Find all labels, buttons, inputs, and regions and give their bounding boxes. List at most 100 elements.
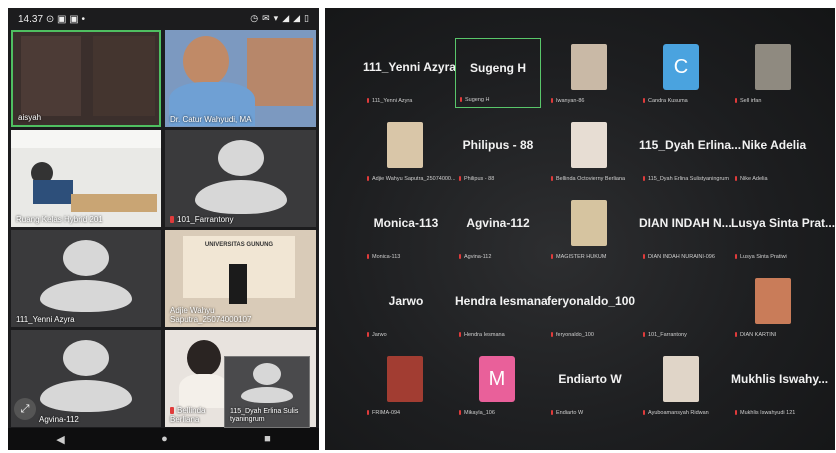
participant-cell[interactable]: Adjie Wahyu Saputra_25074000... xyxy=(363,116,456,186)
participant-name: 115_Dyah Erlina Sulis tyaningrum xyxy=(230,408,299,423)
participant-display-name: 111_Yenni Azyra xyxy=(363,60,456,74)
participant-photo xyxy=(663,356,699,402)
participant-name: Dr. Catur Wahyudi, MA xyxy=(170,115,252,124)
participant-cell[interactable]: MAGISTER HUKUM xyxy=(547,194,633,264)
signal-icon: ◢ xyxy=(282,14,290,24)
participant-display-name: Philipus - 88 xyxy=(462,138,534,152)
participant-cell[interactable]: Sugeng H Sugeng H xyxy=(455,38,541,108)
participant-tile[interactable]: 111_Yenni Azyra xyxy=(11,230,161,327)
mic-muted-icon xyxy=(551,176,553,181)
participant-cell[interactable]: Monica-113 Monica-113 xyxy=(363,194,449,264)
participant-cell[interactable]: M Mikayla_106 xyxy=(455,350,541,420)
alarm-icon: ◷ xyxy=(250,14,259,24)
participant-label: Philipus - 88 xyxy=(459,176,494,182)
participant-cell[interactable]: C Candra Kusuma xyxy=(639,38,725,108)
mic-muted-icon xyxy=(367,332,369,337)
mic-muted-icon xyxy=(551,410,553,415)
participant-cell[interactable]: Philipus - 88 Philipus - 88 xyxy=(455,116,541,186)
participant-label: feryonaldo_100 xyxy=(551,332,594,338)
participant-tile[interactable]: 101_Farrantony xyxy=(165,130,316,227)
participant-cell[interactable]: Sell irfan xyxy=(731,38,817,108)
participant-cell[interactable]: Agvina-112 Agvina-112 xyxy=(455,194,541,264)
participant-cell[interactable]: Nike Adelia Nike Adelia xyxy=(731,116,817,186)
mic-muted-icon xyxy=(643,98,645,103)
participant-label: Ayuboamansyah Ridwan xyxy=(643,410,709,416)
participant-display-name: Hendra Iesmana xyxy=(455,294,548,308)
participant-cell[interactable]: feryonaldo_100 feryonaldo_100 xyxy=(547,272,635,342)
participant-cell[interactable]: DIAN KARTINI xyxy=(731,272,817,342)
participant-label: Iwanyan-86 xyxy=(551,98,584,104)
participant-label: Adjie Wahyu Saputra_25074000... xyxy=(367,176,456,182)
mic-muted-icon xyxy=(735,254,737,259)
participant-photo xyxy=(571,122,607,168)
participant-cell[interactable]: 101_Farrantony xyxy=(639,272,725,342)
participant-photo xyxy=(387,356,423,402)
mic-muted-icon xyxy=(551,98,553,103)
participant-label: FRIMA-094 xyxy=(367,410,400,416)
participant-cell[interactable]: FRIMA-094 xyxy=(363,350,449,420)
participant-display-name: Monica-113 xyxy=(373,216,439,230)
avatar-body-icon xyxy=(40,380,132,412)
participant-label: Bellinda Octovierny Berliana xyxy=(551,176,625,182)
participant-tile[interactable]: Ruang Kelas Hybrid 201 xyxy=(11,130,161,227)
battery-icon: ▯ xyxy=(304,14,309,24)
participant-display-name: Endiarto W xyxy=(558,372,622,386)
avatar-letter: M xyxy=(479,356,515,402)
participant-tile[interactable]: UNIVERSITAS GUNUNG Adjie Wahyu Saputra_2… xyxy=(165,230,316,327)
participant-cell[interactable]: Bellinda Octovierny Berliana xyxy=(547,116,633,186)
participant-tile[interactable]: Dr. Catur Wahyudi, MA xyxy=(165,30,316,127)
mic-muted-icon xyxy=(367,176,369,181)
participant-tile[interactable]: aisyah xyxy=(11,30,161,127)
participant-photo xyxy=(387,122,423,168)
participant-label: Sugeng H xyxy=(460,97,489,103)
mic-muted-icon xyxy=(643,410,645,415)
home-icon[interactable]: ● xyxy=(161,433,168,445)
mic-muted-icon xyxy=(551,254,553,259)
avatar-letter: C xyxy=(663,44,699,90)
participant-cell[interactable]: DIAN INDAH N... DIAN INDAH NURAINI-096 xyxy=(639,194,732,264)
self-view-tile[interactable]: 115_Dyah Erlina Sulis tyaningrum xyxy=(224,356,310,428)
status-notification-icon: • xyxy=(81,13,85,25)
participant-name: 101_Farrantony xyxy=(170,215,233,224)
participant-display-name: Mukhlis Iswahy... xyxy=(731,372,829,386)
participant-display-name: Agvina-112 xyxy=(466,216,530,230)
avatar-head-icon xyxy=(63,340,109,376)
mic-muted-icon xyxy=(367,98,369,103)
recents-icon[interactable]: ■ xyxy=(264,433,271,445)
participant-name: Bellinda Berliana xyxy=(170,406,206,424)
participant-photo xyxy=(571,200,607,246)
participant-cell[interactable]: 111_Yenni Azyra 111_Yenni Azyra xyxy=(363,38,456,108)
participant-photo xyxy=(755,44,791,90)
participant-cell[interactable]: Jarwo Jarwo xyxy=(363,272,449,342)
participant-name: Agvina-112 xyxy=(39,415,79,424)
status-bar: 14.37 ⊙ ▣ ▣ • ◷ ✉ ▾ ◢ ◢ ▯ xyxy=(8,8,319,30)
mic-muted-icon xyxy=(170,216,174,223)
participant-label: Candra Kusuma xyxy=(643,98,688,104)
expand-icon[interactable]: ⤢ xyxy=(14,398,36,420)
participant-cell[interactable]: Lusya Sinta Prat... Lusya Sinta Pratiwi xyxy=(731,194,835,264)
person-body xyxy=(33,180,73,204)
participant-cell[interactable]: Endiarto W Endiarto W xyxy=(547,350,633,420)
video-background xyxy=(21,36,81,116)
participant-display-name: Nike Adelia xyxy=(741,138,807,152)
person-figure xyxy=(229,264,247,304)
android-nav-bar: ◀ ● ■ xyxy=(8,428,319,450)
participant-cell[interactable]: Ayuboamansyah Ridwan xyxy=(639,350,725,420)
back-icon[interactable]: ◀ xyxy=(56,433,64,446)
signal-icon: ◢ xyxy=(293,14,301,24)
participant-label: Endiarto W xyxy=(551,410,583,416)
participant-name: aisyah xyxy=(18,113,42,122)
avatar-head-icon xyxy=(63,240,109,276)
mic-muted-icon xyxy=(643,176,645,181)
building-background xyxy=(247,38,313,106)
participant-label: Lusya Sinta Pratiwi xyxy=(735,254,787,260)
participant-cell[interactable]: Iwanyan-86 xyxy=(547,38,633,108)
participant-cell[interactable]: 115_Dyah Erlina... 115_Dyah Erlina Sulist… xyxy=(639,116,741,186)
participant-label: 111_Yenni Azyra xyxy=(367,98,412,104)
mic-muted-icon xyxy=(367,254,369,259)
participant-label: 115_Dyah Erlina Sulistyaningrum xyxy=(643,176,729,182)
participant-display-name: Sugeng H xyxy=(470,61,526,75)
participant-cell[interactable]: Hendra Iesmana Hendra Iesmana xyxy=(455,272,548,342)
participant-cell[interactable]: Mukhlis Iswahy... Mukhlis Iswahyudi 121 xyxy=(731,350,829,420)
person-head xyxy=(187,340,221,376)
